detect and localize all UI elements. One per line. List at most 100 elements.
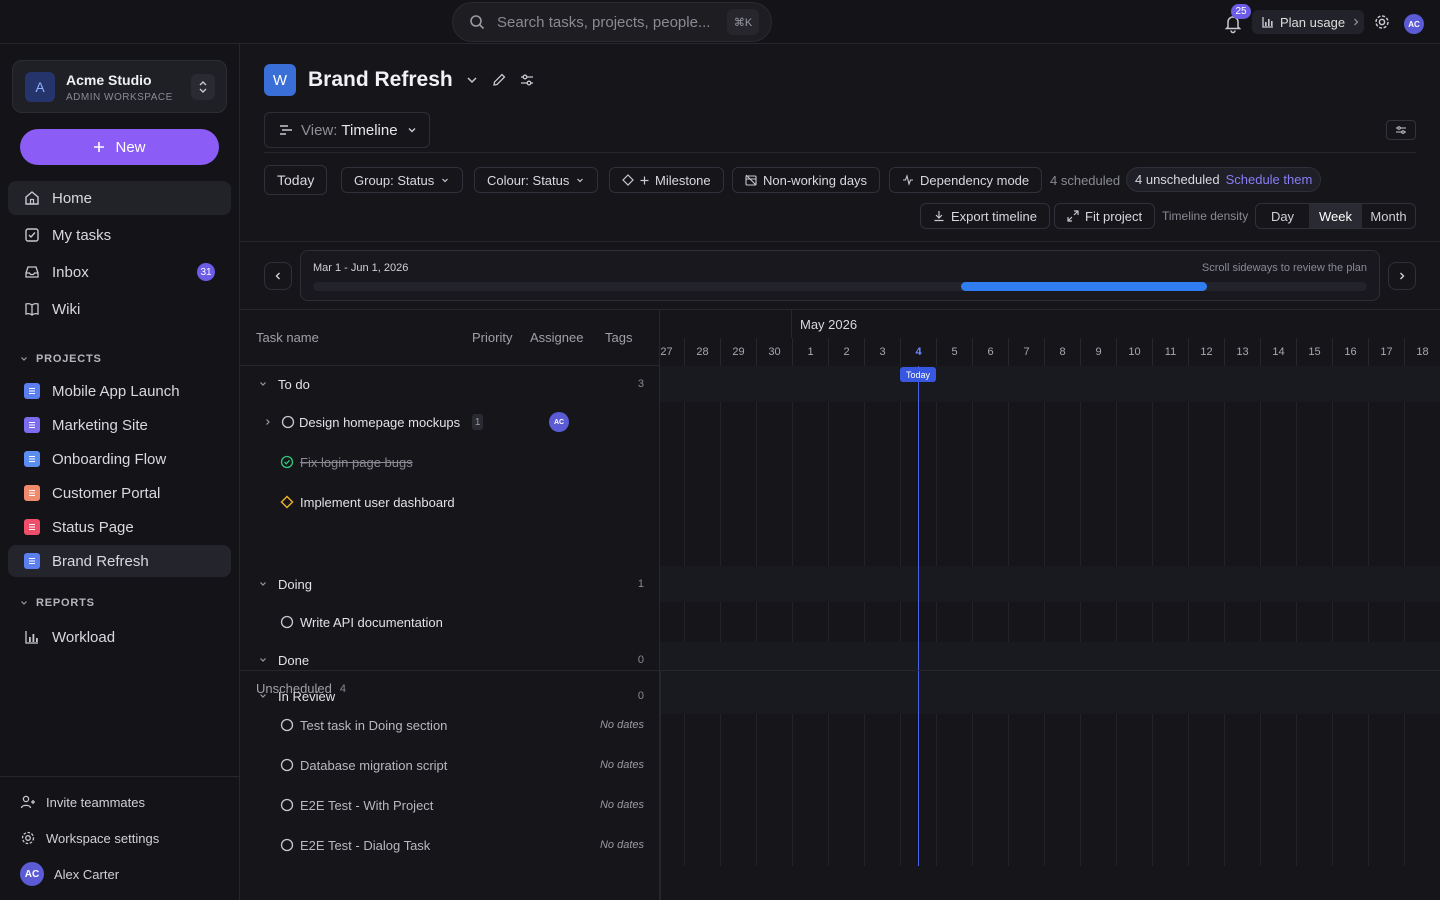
- sidebar-project-customer-portal[interactable]: Customer Portal: [8, 477, 231, 509]
- sidebar-item-inbox[interactable]: Inbox 31: [8, 255, 231, 289]
- sidebar-item-wiki[interactable]: Wiki: [8, 292, 231, 326]
- list-icon: [24, 485, 40, 501]
- workspace-settings-button[interactable]: Workspace settings: [20, 830, 159, 846]
- avatar: AC: [20, 862, 44, 886]
- sidebar-project-status-page[interactable]: Status Page: [8, 511, 231, 543]
- task-row[interactable]: Write API documentation: [240, 604, 660, 640]
- density-week-option[interactable]: Week: [1309, 204, 1362, 228]
- plus-icon: [640, 176, 649, 184]
- workspace-switch-button[interactable]: [191, 74, 215, 100]
- chevron-right-icon[interactable]: [263, 417, 273, 427]
- unscheduled-task-row[interactable]: E2E Test - With Project No dates: [240, 787, 660, 823]
- search-icon: [470, 15, 485, 30]
- day-column-line: [1188, 366, 1189, 866]
- density-month-option[interactable]: Month: [1362, 204, 1415, 228]
- sidebar-project-marketing-site[interactable]: Marketing Site: [8, 409, 231, 441]
- unscheduled-header: Unscheduled 4: [256, 681, 346, 696]
- day-header: 6: [972, 338, 1008, 366]
- column-header-priority[interactable]: Priority: [472, 330, 512, 345]
- search-input[interactable]: Search tasks, projects, people... ⌘K: [452, 2, 772, 42]
- sidebar-item-label: My tasks: [52, 226, 112, 244]
- sidebar-item-workload[interactable]: Workload: [8, 621, 231, 653]
- sidebar-project-mobile-app-launch[interactable]: Mobile App Launch: [8, 375, 231, 407]
- project-header: W Brand Refresh: [264, 64, 535, 96]
- view-selector[interactable]: View: Timeline: [264, 112, 430, 148]
- workspace-name: Acme Studio: [66, 72, 152, 88]
- unscheduled-label: Unscheduled: [256, 681, 332, 696]
- day-column-line: [864, 366, 865, 866]
- scroll-right-button[interactable]: [1388, 262, 1416, 290]
- group-row-doing[interactable]: Doing 1: [240, 566, 660, 602]
- unscheduled-task-row[interactable]: Test task in Doing section No dates: [240, 707, 660, 743]
- projects-header[interactable]: PROJECTS: [20, 353, 102, 365]
- circle-status-icon[interactable]: [280, 615, 294, 629]
- add-milestone-button[interactable]: Milestone: [609, 167, 724, 193]
- today-button[interactable]: Today: [264, 165, 328, 195]
- view-settings-button[interactable]: [1386, 120, 1416, 140]
- subtask-count: 1: [472, 414, 484, 430]
- workspace-switcher[interactable]: A Acme Studio ADMIN WORKSPACE: [12, 60, 227, 113]
- sidebar-item-my-tasks[interactable]: My tasks: [8, 218, 231, 252]
- column-header-tags[interactable]: Tags: [605, 330, 632, 345]
- column-header-assignee[interactable]: Assignee: [530, 330, 583, 345]
- unscheduled-divider: [240, 670, 1440, 671]
- task-name: E2E Test - With Project: [300, 797, 434, 813]
- unscheduled-task-row[interactable]: E2E Test - Dialog Task No dates: [240, 827, 660, 863]
- chevron-down-icon: [21, 601, 27, 605]
- invite-teammates-button[interactable]: Invite teammates: [20, 794, 145, 810]
- column-divider: [660, 670, 661, 900]
- task-row[interactable]: Design homepage mockups 1 AC: [240, 403, 660, 441]
- sidebar: A Acme Studio ADMIN WORKSPACE New Home M…: [0, 44, 240, 900]
- circle-status-icon[interactable]: [281, 415, 295, 429]
- range-scroll-track[interactable]: [313, 282, 1367, 291]
- day-column-line: [684, 366, 685, 866]
- new-button[interactable]: New: [20, 129, 219, 165]
- day-header: 11: [1152, 338, 1188, 366]
- sidebar-item-home[interactable]: Home: [8, 181, 231, 215]
- colour-by-select[interactable]: Colour: Status: [474, 167, 599, 193]
- range-scroll-thumb[interactable]: [961, 282, 1207, 291]
- density-day-option[interactable]: Day: [1256, 204, 1309, 228]
- task-name: Write API documentation: [300, 614, 443, 630]
- task-name: E2E Test - Dialog Task: [300, 837, 431, 853]
- group-row-todo[interactable]: To do 3: [240, 366, 660, 402]
- reports-header[interactable]: REPORTS: [20, 597, 95, 609]
- timeline-grid[interactable]: May 2026 Today 27 28 29 30 1 2 3 4 5 6 7 8 9 10 11 12 13…: [660, 310, 1440, 900]
- day-header: 3: [864, 338, 900, 366]
- timeline-row-band: [660, 366, 1440, 402]
- export-timeline-button[interactable]: Export timeline: [920, 203, 1050, 229]
- chevron-down-icon: [260, 582, 266, 586]
- diamond-icon[interactable]: [280, 495, 294, 509]
- pencil-icon[interactable]: [491, 72, 507, 88]
- user-avatar[interactable]: AC: [1404, 14, 1424, 34]
- non-working-days-toggle[interactable]: Non-working days: [732, 167, 881, 193]
- dependency-mode-toggle[interactable]: Dependency mode: [889, 167, 1043, 193]
- chevron-down-icon[interactable]: [465, 73, 479, 87]
- group-row-done[interactable]: Done 0: [240, 642, 660, 678]
- check-circle-icon[interactable]: [280, 455, 294, 469]
- sidebar-project-brand-refresh[interactable]: Brand Refresh: [8, 545, 231, 577]
- group-by-select[interactable]: Group: Status: [341, 167, 464, 193]
- workspace-settings-label: Workspace settings: [46, 830, 160, 846]
- circle-status-icon[interactable]: [280, 838, 294, 852]
- task-row[interactable]: Fix login page bugs: [240, 443, 660, 481]
- sliders-icon: [1396, 126, 1406, 134]
- column-header-task-name[interactable]: Task name: [256, 330, 319, 345]
- circle-status-icon[interactable]: [280, 798, 294, 812]
- circle-status-icon[interactable]: [280, 758, 294, 772]
- day-header: 29: [720, 338, 756, 366]
- task-row[interactable]: Implement user dashboard: [240, 483, 660, 521]
- unscheduled-task-row[interactable]: Database migration script No dates: [240, 747, 660, 783]
- fit-project-button[interactable]: Fit project: [1054, 203, 1156, 229]
- plan-usage-button[interactable]: Plan usage: [1252, 10, 1364, 34]
- sidebar-project-onboarding-flow[interactable]: Onboarding Flow: [8, 443, 231, 475]
- settings-button[interactable]: [1373, 13, 1391, 31]
- scroll-left-button[interactable]: [264, 262, 292, 290]
- user-profile-button[interactable]: AC Alex Carter: [20, 862, 119, 886]
- timeline-row-band: [660, 678, 1440, 714]
- circle-status-icon[interactable]: [280, 718, 294, 732]
- group-name: To do: [278, 376, 310, 392]
- schedule-them-link[interactable]: Schedule them: [1226, 172, 1313, 187]
- sliders-icon[interactable]: [519, 72, 535, 88]
- task-name: Fix login page bugs: [300, 454, 413, 470]
